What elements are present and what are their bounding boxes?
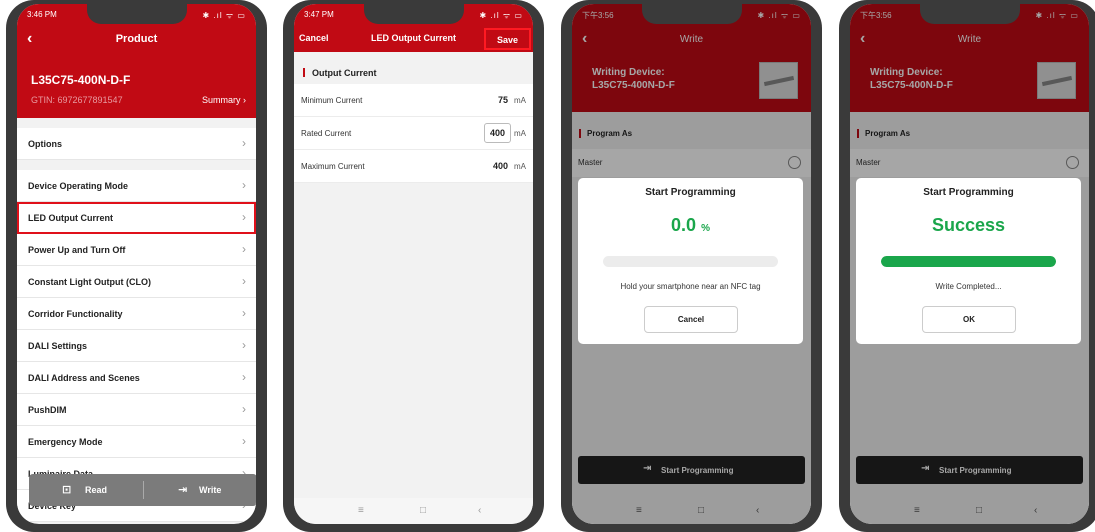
rated-current-row: Rated Current 400 mA	[294, 117, 533, 150]
chevron-right-icon: ›	[243, 95, 246, 105]
progress-value: 0.0	[671, 215, 697, 235]
menu-item-label: Options	[28, 139, 62, 149]
section-title: Output Current	[312, 68, 377, 78]
home-icon[interactable]: □	[420, 505, 426, 516]
notch	[363, 4, 464, 24]
write-button[interactable]: ⇥ Write	[143, 474, 256, 506]
menu-item-dali-settings[interactable]: DALI Settings ›	[17, 330, 256, 362]
dialog-title: Start Programming	[923, 187, 1014, 198]
phone-led-output: 3:47 PM ✱ .ıl ᯤ ▭ Cancel LED Output Curr…	[283, 0, 544, 532]
phone-product: 3:46 PM ✱ .ıl ᯤ ▭ ‹ Product L35C75-400N-…	[6, 0, 267, 532]
success-text: Success	[931, 215, 1006, 235]
write-label: Write	[199, 485, 222, 495]
menu-item-emergency[interactable]: Emergency Mode ›	[17, 426, 256, 458]
field-unit: mA	[514, 96, 526, 105]
dialog-message: Hold your smartphone near an NFC tag	[620, 282, 761, 291]
menu-item-power-up[interactable]: Power Up and Turn Off ›	[17, 234, 256, 266]
chevron-right-icon: ›	[242, 370, 246, 384]
chevron-right-icon: ›	[242, 338, 246, 352]
gtin-text: GTIN: 6972677891547	[31, 95, 123, 105]
menu-item-corridor[interactable]: Corridor Functionality ›	[17, 298, 256, 330]
section-header: Output Current	[294, 62, 533, 84]
status-time: 3:47 PM	[304, 10, 334, 19]
chevron-right-icon: ›	[242, 434, 246, 448]
chevron-right-icon: ›	[242, 306, 246, 320]
chevron-right-icon: ›	[242, 178, 246, 192]
device-name: L35C75-400N-D-F	[31, 73, 131, 87]
menu-item-dali-address[interactable]: DALI Address and Scenes ›	[17, 362, 256, 394]
chevron-right-icon: ›	[242, 402, 246, 416]
progress-bar-fill	[881, 256, 1056, 267]
menu-item-label: DALI Settings	[28, 341, 88, 351]
page-title: Product	[115, 33, 158, 45]
chevron-right-icon: ›	[242, 136, 246, 150]
notch	[919, 4, 1020, 24]
read-label: Read	[85, 485, 108, 495]
dialog-message: Write Completed...	[935, 282, 1002, 291]
notch	[641, 4, 742, 24]
progress-unit: %	[701, 223, 710, 234]
save-button[interactable]: Save	[484, 28, 531, 50]
menu-item-label: LED Output Current	[28, 213, 113, 223]
system-navbar: ≡ □ ‹	[294, 498, 533, 524]
rated-current-input[interactable]: 400	[484, 123, 511, 143]
menu-item-label: Device Operating Mode	[28, 181, 129, 191]
dialog-title: Start Programming	[645, 187, 736, 198]
status-icons: ✱ .ıl ᯤ ▭	[479, 11, 523, 20]
programming-dialog: Start Programming Success Write Complete…	[856, 178, 1081, 344]
menu-item-label: Power Up and Turn Off	[28, 245, 126, 255]
progress-bar	[881, 256, 1056, 267]
field-label: Minimum Current	[301, 96, 363, 105]
field-value: 400	[492, 161, 508, 171]
cancel-button[interactable]: Cancel	[644, 306, 738, 333]
product-screen: 3:46 PM ✱ .ıl ᯤ ▭ ‹ Product L35C75-400N-…	[17, 4, 256, 524]
phone-write-progress: 下午3:56 ✱ .ıl ᯤ ▭ ‹ Write Writing Device:…	[561, 0, 822, 532]
menu-item-label: Emergency Mode	[28, 437, 103, 447]
divider	[17, 160, 256, 170]
ok-button[interactable]: OK	[922, 306, 1016, 333]
current-fields: Minimum Current 75 mA Rated Current 400 …	[294, 84, 533, 183]
menu-item-led-output-current[interactable]: LED Output Current ›	[17, 202, 256, 234]
progress-bar	[603, 256, 778, 267]
summary-label: Summary	[201, 95, 241, 105]
led-output-screen: 3:47 PM ✱ .ıl ᯤ ▭ Cancel LED Output Curr…	[294, 4, 533, 524]
menu-item-options[interactable]: Options ›	[17, 128, 256, 160]
read-button[interactable]: ⊡ Read	[29, 474, 143, 506]
maximum-current-row: Maximum Current 400 mA	[294, 150, 533, 183]
field-value: 75	[497, 95, 508, 105]
field-label: Maximum Current	[301, 162, 365, 171]
menu-item-label: Corridor Functionality	[28, 309, 123, 319]
field-label: Rated Current	[301, 129, 352, 138]
summary-link[interactable]: Summary ›	[202, 95, 246, 105]
menu-item-clo[interactable]: Constant Light Output (CLO) ›	[17, 266, 256, 298]
phone-write-success: 下午3:56 ✱ .ıl ᯤ ▭ ‹ Write Writing Device:…	[839, 0, 1095, 532]
progress-percent: 0.0 %	[578, 215, 803, 236]
notch	[86, 4, 187, 24]
read-write-bar: ⊡ Read ⇥ Write	[29, 474, 256, 506]
menu-item-pushdim[interactable]: PushDIM ›	[17, 394, 256, 426]
programming-dialog: Start Programming 0.0 % Hold your smartp…	[578, 178, 803, 344]
menu-icon[interactable]: ≡	[358, 505, 364, 516]
back-icon[interactable]: ‹	[478, 505, 481, 516]
status-icons: ✱ .ıl ᯤ ▭	[202, 11, 246, 20]
chevron-right-icon: ›	[242, 242, 246, 256]
field-unit: mA	[514, 162, 526, 171]
menu-item-device-operating-mode[interactable]: Device Operating Mode ›	[17, 170, 256, 202]
settings-menu: Options › Device Operating Mode › LED Outp…	[17, 128, 256, 522]
status-time: 3:46 PM	[27, 10, 57, 19]
field-unit: mA	[514, 129, 526, 138]
menu-item-label: PushDIM	[28, 405, 67, 415]
chevron-right-icon: ›	[242, 210, 246, 224]
read-icon: ⊡	[62, 484, 72, 496]
chevron-right-icon: ›	[242, 274, 246, 288]
write-screen: 下午3:56 ✱ .ıl ᯤ ▭ ‹ Write Writing Device:…	[572, 4, 811, 524]
menu-item-label: Constant Light Output (CLO)	[28, 277, 151, 287]
minimum-current-row: Minimum Current 75 mA	[294, 84, 533, 117]
write-screen: 下午3:56 ✱ .ıl ᯤ ▭ ‹ Write Writing Device:…	[850, 4, 1089, 524]
write-icon: ⇥	[178, 484, 188, 496]
section-marker	[303, 68, 305, 77]
menu-item-label: DALI Address and Scenes	[28, 373, 140, 383]
